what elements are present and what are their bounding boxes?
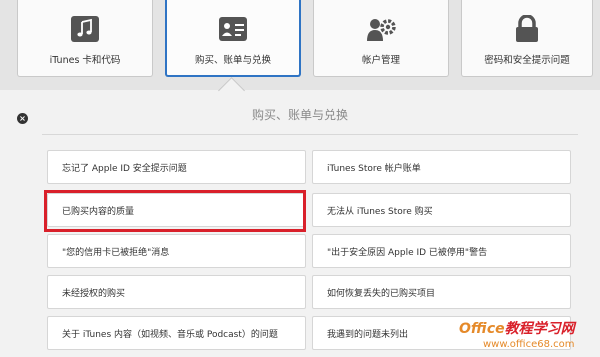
help-item-card-declined[interactable]: "您的信用卡已被拒绝"消息 [47,234,306,268]
tab-label: 密码和安全提示问题 [484,55,570,66]
help-item-label: 如何恢复丢失的已购买项目 [327,289,436,299]
watermark-title: Office教程学习网 [459,321,575,337]
help-item-restore-purchases[interactable]: 如何恢复丢失的已购买项目 [312,275,571,309]
help-item-label: 忘记了 Apple ID 安全提示问题 [62,164,187,174]
tab-label: iTunes 卡和代码 [49,55,121,66]
tab-password-security[interactable]: 密码和安全提示问题 [461,0,593,77]
category-tab-bar: iTunes 卡和代码 购买、账单与兑换 帐户管理 密码和安全提示问题 [0,0,600,90]
help-item-forgot-security-questions[interactable]: 忘记了 Apple ID 安全提示问题 [47,150,306,184]
tab-account-management[interactable]: 帐户管理 [313,0,449,77]
account-gear-icon [367,19,396,41]
tab-label: 购买、账单与兑换 [194,55,271,66]
help-item-label: 未经授权的购买 [62,289,126,299]
help-item-unauthorized-purchase[interactable]: 未经授权的购买 [47,275,306,309]
watermark: Office教程学习网 www.office68.com [455,318,595,354]
music-note-icon [71,16,99,42]
lock-icon [516,15,538,42]
help-item-itunes-content-issues[interactable]: 关于 iTunes 内容（如视频、音乐或 Podcast）的问题 [47,316,306,350]
help-item-label: iTunes Store 帐户账单 [327,164,421,174]
help-item-label: "您的信用卡已被拒绝"消息 [62,248,170,258]
help-item-apple-id-disabled[interactable]: "出于安全原因 Apple ID 已被停用"警告 [312,234,571,268]
help-item-cannot-purchase[interactable]: 无法从 iTunes Store 购买 [312,193,571,227]
help-item-label: 关于 iTunes 内容（如视频、音乐或 Podcast）的问题 [62,330,278,340]
section-title: 购买、账单与兑换 [251,108,348,122]
tab-purchases-billing[interactable]: 购买、账单与兑换 [165,0,301,77]
watermark-url: www.office68.com [483,339,575,350]
highlight-box [44,190,306,232]
credit-card-icon [219,17,247,41]
help-item-label: 我遇到的问题未列出 [327,330,409,340]
help-item-account-billing[interactable]: iTunes Store 帐户账单 [312,150,571,184]
help-item-label: "出于安全原因 Apple ID 已被停用"警告 [327,248,488,258]
divider [42,134,578,135]
tab-itunes-cards[interactable]: iTunes 卡和代码 [17,0,153,77]
help-item-label: 无法从 iTunes Store 购买 [327,207,433,217]
tab-label: 帐户管理 [361,55,400,66]
